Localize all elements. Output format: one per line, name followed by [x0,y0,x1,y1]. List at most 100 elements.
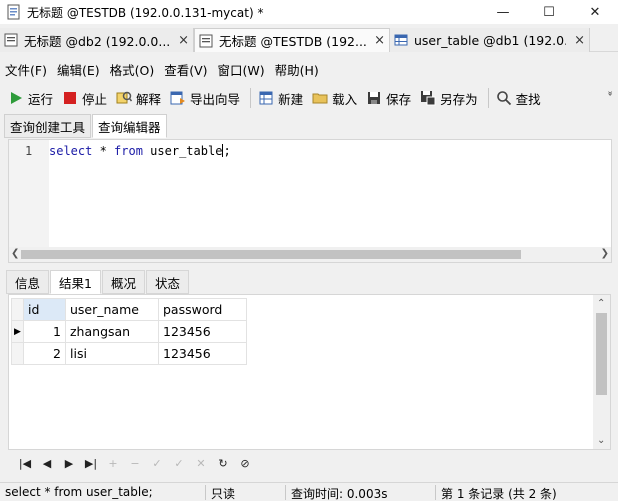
sql-editor[interactable]: 1 select * from user_table; ❮ ❯ [8,139,612,263]
menu-file[interactable]: 文件(F) [5,60,47,79]
doc-tab-user-table[interactable]: user_table @db1 (192.0.... × [390,28,590,52]
status-record-info: 第 1 条记录 (共 2 条) [441,487,557,501]
sql-table-name: user_table [142,144,223,158]
next-record-icon[interactable]: ▶ [58,457,80,470]
sql-star: * [92,144,115,158]
column-header-user-name[interactable]: user_name [65,298,159,321]
menu-window[interactable]: 窗口(W) [218,60,265,79]
table-row[interactable]: 2 lisi 123456 [11,342,247,365]
scrollbar-thumb[interactable] [21,250,521,259]
cell-user-name[interactable]: lisi [65,342,159,365]
stop-button[interactable]: 停止 [59,86,110,110]
cell-id[interactable]: 2 [23,342,66,365]
doc-tab-label: 无标题 @db2 (192.0.0.... [24,33,171,49]
cell-id[interactable]: 1 [23,320,66,343]
load-label: 载入 [332,91,358,107]
search-icon [496,91,511,106]
minimize-button[interactable]: — [480,0,526,24]
doc-tab-query-db2[interactable]: 无标题 @db2 (192.0.0.... × [0,28,194,52]
tab-status[interactable]: 状态 [145,270,189,294]
window-title: 无标题 @TESTDB (192.0.0.131-mycat) * [27,5,264,20]
tab-close-icon[interactable]: × [374,33,385,48]
export-wizard-label: 导出向导 [190,91,241,107]
sql-semicolon: ; [223,144,231,158]
toolbar: 运行 停止 解释 导出向导 新建 载入 保存 另存为 查找 » [0,84,618,112]
toolbar-separator [487,88,489,108]
result-grid-area: id user_name password ▶ 1 zhangsan 12345… [8,294,611,450]
tab-close-icon[interactable]: × [574,33,585,48]
sql-keyword-select: select [49,144,93,158]
menu-format[interactable]: 格式(O) [110,60,155,79]
folder-icon [312,93,328,104]
sql-keyword-from: from [114,144,143,158]
run-label: 运行 [28,91,54,107]
first-record-icon[interactable]: |◀ [14,457,36,470]
explain-label: 解释 [136,91,162,107]
menu-view[interactable]: 查看(V) [164,60,207,79]
title-bar: 无标题 @TESTDB (192.0.0.131-mycat) * — ☐ ✕ [0,0,618,24]
sql-code-line[interactable]: select * from user_table; [49,144,231,158]
row-header-corner [11,298,24,321]
grid-vertical-scrollbar[interactable]: ⌃ ⌄ [593,295,610,449]
save-as-button[interactable]: 另存为 [417,86,481,110]
current-row-indicator-icon[interactable]: ▶ [11,320,24,343]
scroll-down-icon[interactable]: ⌄ [597,435,605,446]
cancel-change-icon[interactable]: ✕ [190,457,212,470]
previous-record-icon[interactable]: ◀ [36,457,58,470]
new-label: 新建 [278,91,304,107]
table-row[interactable]: ▶ 1 zhangsan 123456 [11,320,247,343]
cell-password[interactable]: 123456 [158,342,247,365]
new-button[interactable]: 新建 [255,86,306,110]
new-query-icon [259,91,273,105]
apply-change-icon[interactable]: ✓ [146,457,168,470]
menu-help[interactable]: 帮助(H) [275,60,319,79]
query-icon [199,34,213,47]
run-button[interactable]: 运行 [5,86,56,110]
scroll-left-icon[interactable]: ❮ [11,248,19,259]
delete-record-icon[interactable]: − [124,457,146,470]
save-button[interactable]: 保存 [363,86,414,110]
status-separator [435,485,436,500]
apply-all-icon[interactable]: ✓ [168,457,190,470]
scrollbar-thumb[interactable] [596,313,607,395]
editor-horizontal-scrollbar[interactable]: ❮ ❯ [9,247,611,262]
save-label: 保存 [386,91,412,107]
tab-close-icon[interactable]: × [178,33,189,48]
scroll-right-icon[interactable]: ❯ [601,248,609,259]
add-record-icon[interactable]: + [102,457,124,470]
tab-query-builder[interactable]: 查询创建工具 [4,114,92,138]
save-as-icon [421,91,436,106]
last-record-icon[interactable]: ▶| [80,457,102,470]
refresh-icon[interactable]: ↻ [212,457,234,470]
close-window-button[interactable]: ✕ [572,0,618,24]
play-icon [11,92,22,104]
cell-password[interactable]: 123456 [158,320,247,343]
stop-query-icon[interactable]: ⊘ [234,457,256,470]
export-wizard-button[interactable]: 导出向导 [167,86,243,110]
scroll-up-icon[interactable]: ⌃ [597,298,605,309]
column-header-password[interactable]: password [158,298,247,321]
doc-tab-label: 无标题 @TESTDB (192.... [219,34,367,49]
maximize-button[interactable]: ☐ [526,0,572,24]
doc-tab-label: user_table @db1 (192.0.... [414,32,567,48]
tab-profile[interactable]: 概况 [101,270,145,294]
explain-button[interactable]: 解释 [113,86,164,110]
menu-bar: 文件(F) 编辑(E) 格式(O) 查看(V) 窗口(W) 帮助(H) [0,58,618,80]
tab-query-editor[interactable]: 查询编辑器 [92,114,167,138]
menu-edit[interactable]: 编辑(E) [57,60,100,79]
tab-info[interactable]: 信息 [6,270,50,294]
status-separator [205,485,206,500]
tab-result1[interactable]: 结果1 [50,270,101,294]
doc-tab-query-testdb[interactable]: 无标题 @TESTDB (192.... × [194,28,390,52]
result-tab-bar: 信息 结果1 概况 状态 [6,270,190,294]
line-number: 1 [25,144,33,158]
column-header-id[interactable]: id [23,298,66,321]
toolbar-overflow-icon[interactable]: » [604,91,615,97]
row-header[interactable] [11,342,24,365]
save-icon [368,92,381,104]
cell-user-name[interactable]: zhangsan [65,320,159,343]
status-readonly: 只读 [211,487,236,501]
load-button[interactable]: 载入 [309,86,360,110]
status-query-time: 查询时间: 0.003s [291,487,388,501]
find-button[interactable]: 查找 [493,86,544,110]
